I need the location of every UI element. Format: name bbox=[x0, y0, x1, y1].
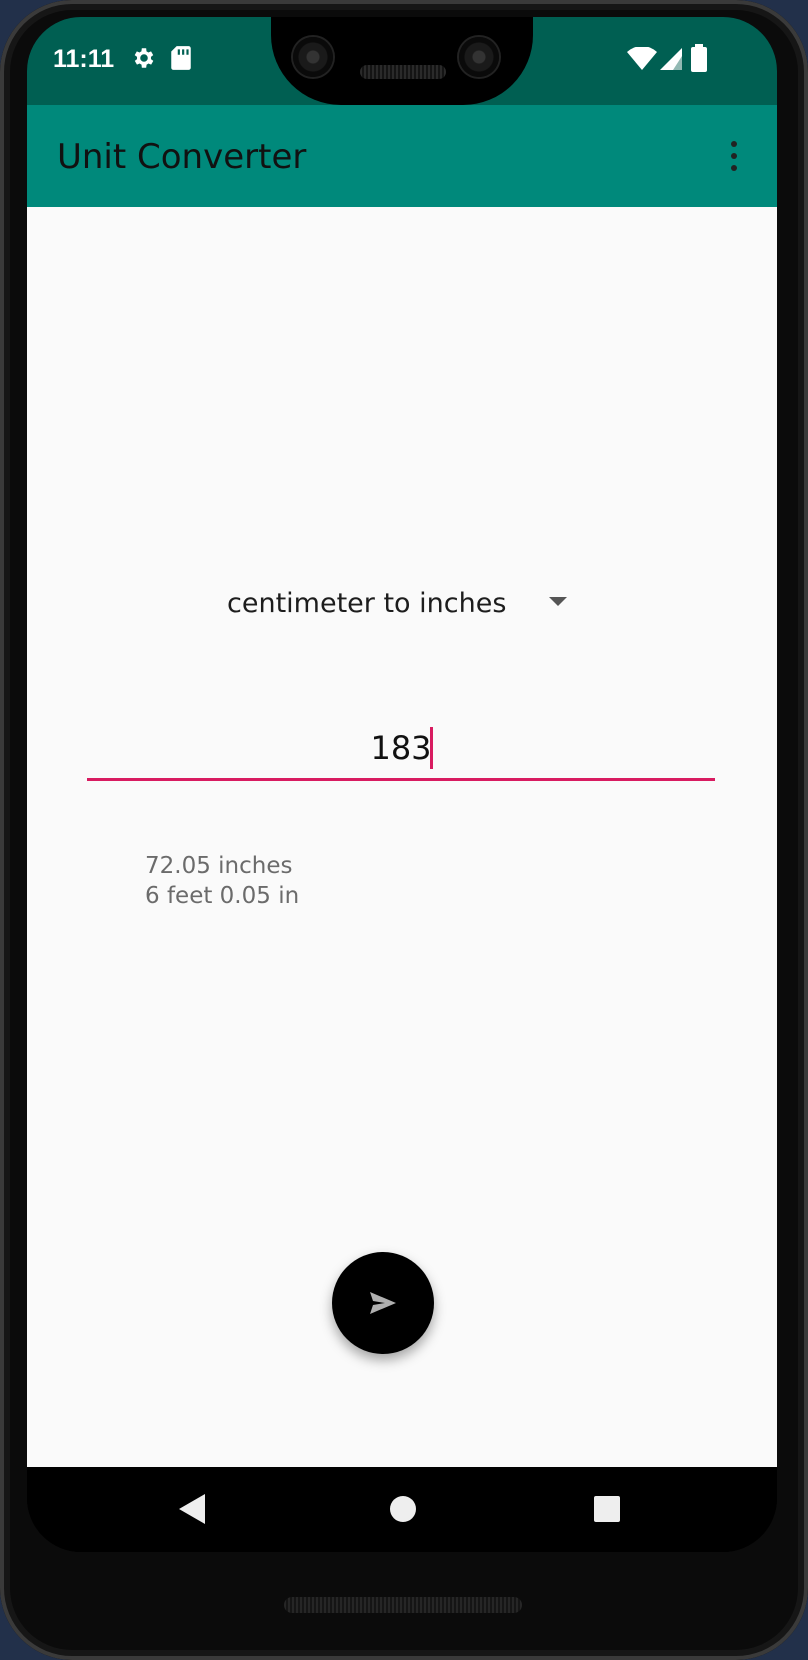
recents-icon[interactable] bbox=[594, 1496, 620, 1522]
signal-icon bbox=[659, 47, 683, 76]
convert-fab-button[interactable] bbox=[332, 1252, 434, 1354]
home-icon[interactable] bbox=[390, 1496, 416, 1522]
input-underline bbox=[87, 778, 715, 781]
front-camera-icon bbox=[293, 37, 333, 77]
status-bar: 11:11 bbox=[27, 17, 777, 105]
system-nav-bar bbox=[27, 1467, 777, 1552]
main-content: centimeter to inches 72.05 inches 6 feet… bbox=[27, 207, 777, 1467]
status-time: 11:11 bbox=[53, 45, 115, 73]
conversion-spinner[interactable]: centimeter to inches bbox=[227, 573, 587, 633]
wifi-icon bbox=[627, 46, 657, 76]
conversion-result: 72.05 inches 6 feet 0.05 in bbox=[145, 851, 299, 911]
value-input-container[interactable] bbox=[87, 717, 715, 785]
app-bar: Unit Converter bbox=[27, 105, 777, 207]
result-feet-inches: 6 feet 0.05 in bbox=[145, 883, 300, 909]
phone-frame: 11:11 Unit Converter centimeter to inche… bbox=[0, 0, 808, 1660]
gear-icon bbox=[131, 45, 157, 76]
back-icon[interactable] bbox=[179, 1494, 205, 1529]
spinner-selected-value: centimeter to inches bbox=[227, 587, 507, 619]
front-camera-icon bbox=[459, 37, 499, 77]
device-screen: 11:11 Unit Converter centimeter to inche… bbox=[27, 17, 777, 1552]
bottom-speaker-grille bbox=[284, 1597, 522, 1613]
result-inches: 72.05 inches bbox=[145, 853, 293, 879]
text-cursor bbox=[430, 727, 433, 769]
dropdown-arrow-icon bbox=[549, 597, 567, 606]
more-vert-icon[interactable] bbox=[727, 141, 741, 175]
camera-notch bbox=[271, 17, 533, 105]
send-icon bbox=[370, 1292, 396, 1314]
app-title: Unit Converter bbox=[57, 137, 307, 177]
battery-icon bbox=[691, 44, 707, 77]
sd-card-icon bbox=[170, 45, 192, 76]
value-input[interactable] bbox=[87, 717, 715, 779]
earpiece-speaker bbox=[360, 65, 446, 79]
